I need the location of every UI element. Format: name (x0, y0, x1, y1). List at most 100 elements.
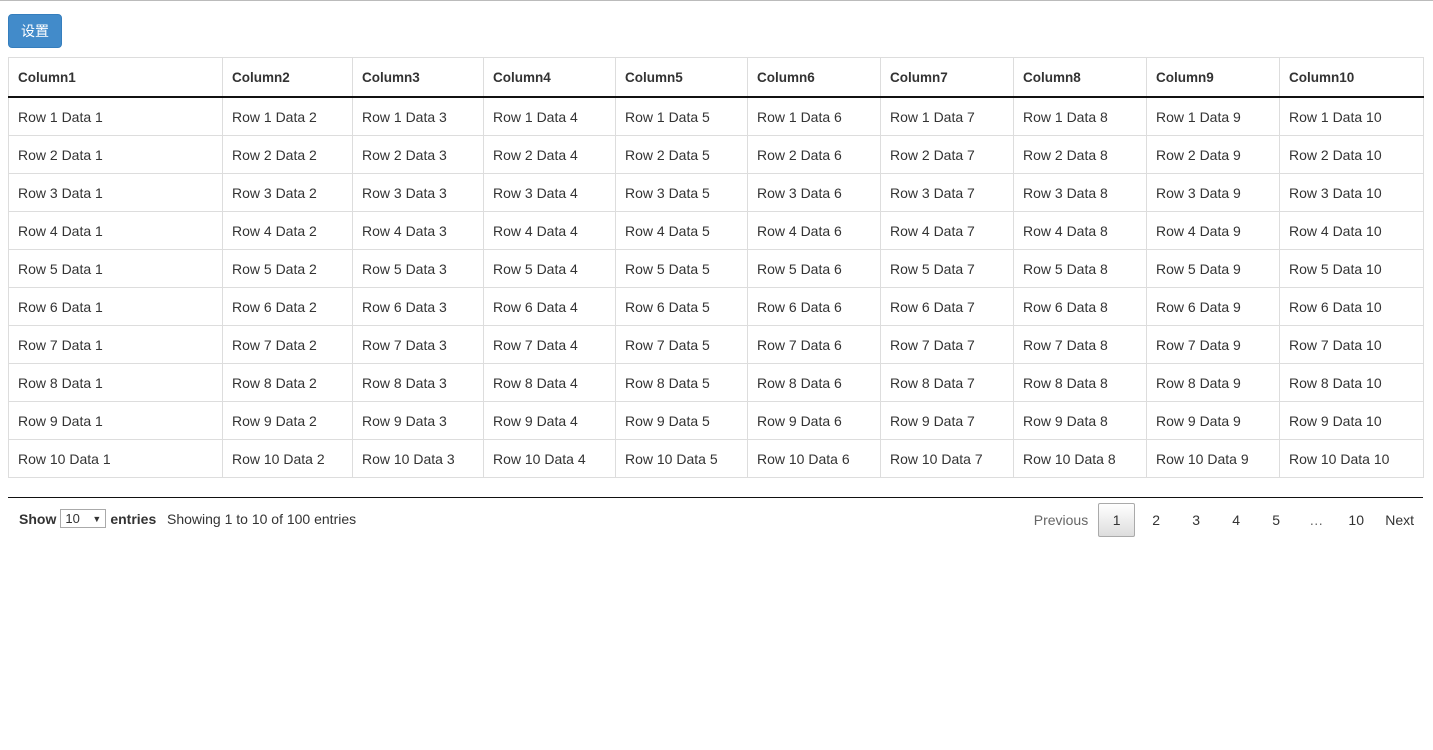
show-label: Show (19, 510, 57, 527)
page-button-4[interactable]: 4 (1216, 503, 1256, 537)
table-cell: Row 4 Data 5 (615, 211, 748, 250)
page-button-5[interactable]: 5 (1256, 503, 1296, 537)
page-length-control: Show 10 ▼ entries (19, 509, 156, 528)
table-cell: Row 8 Data 6 (747, 363, 881, 402)
table-cell: Row 2 Data 9 (1146, 135, 1280, 174)
table-cell: Row 4 Data 7 (880, 211, 1014, 250)
table-cell: Row 2 Data 3 (352, 135, 484, 174)
table-cell: Row 10 Data 10 (1279, 439, 1424, 478)
page-length-select[interactable]: 10 ▼ (60, 509, 107, 528)
table-cell: Row 8 Data 7 (880, 363, 1014, 402)
table-cell: Row 1 Data 4 (483, 96, 616, 136)
table-cell: Row 7 Data 4 (483, 325, 616, 364)
table-row: Row 3 Data 1 Row 3 Data 2 Row 3 Data 3 Row … (8, 173, 1424, 212)
column-header-9[interactable]: Column9 (1146, 57, 1280, 98)
table-cell: Row 8 Data 5 (615, 363, 748, 402)
page-button-10[interactable]: 10 (1336, 503, 1376, 537)
table-cell: Row 6 Data 3 (352, 287, 484, 326)
table-cell: Row 7 Data 7 (880, 325, 1014, 364)
table-cell: Row 6 Data 10 (1279, 287, 1424, 326)
page-button-3[interactable]: 3 (1176, 503, 1216, 537)
table-cell: Row 5 Data 1 (8, 249, 223, 288)
table-cell: Row 5 Data 9 (1146, 249, 1280, 288)
column-header-6[interactable]: Column6 (747, 57, 881, 98)
page-button-1[interactable]: 1 (1098, 503, 1136, 537)
table-cell: Row 7 Data 1 (8, 325, 223, 364)
column-header-5[interactable]: Column5 (615, 57, 748, 98)
table-cell: Row 8 Data 9 (1146, 363, 1280, 402)
table-cell: Row 3 Data 9 (1146, 173, 1280, 212)
table-cell: Row 7 Data 10 (1279, 325, 1424, 364)
table-cell: Row 2 Data 8 (1013, 135, 1147, 174)
table-cell: Row 1 Data 8 (1013, 96, 1147, 136)
table-cell: Row 1 Data 6 (747, 96, 881, 136)
table-cell: Row 2 Data 6 (747, 135, 881, 174)
table-cell: Row 8 Data 8 (1013, 363, 1147, 402)
page-button-2[interactable]: 2 (1136, 503, 1176, 537)
column-header-2[interactable]: Column2 (222, 57, 353, 98)
table-cell: Row 4 Data 6 (747, 211, 881, 250)
table-cell: Row 8 Data 3 (352, 363, 484, 402)
table-cell: Row 9 Data 7 (880, 401, 1014, 440)
settings-button[interactable]: 设置 (8, 14, 62, 48)
table-cell: Row 4 Data 2 (222, 211, 353, 250)
table-cell: Row 8 Data 2 (222, 363, 353, 402)
column-header-4[interactable]: Column4 (483, 57, 616, 98)
table-cell: Row 7 Data 9 (1146, 325, 1280, 364)
column-header-10[interactable]: Column10 (1279, 57, 1424, 98)
column-header-3[interactable]: Column3 (352, 57, 484, 98)
table-cell: Row 9 Data 2 (222, 401, 353, 440)
table-cell: Row 3 Data 10 (1279, 173, 1424, 212)
table-cell: Row 7 Data 8 (1013, 325, 1147, 364)
column-header-8[interactable]: Column8 (1013, 57, 1147, 98)
table-cell: Row 1 Data 7 (880, 96, 1014, 136)
table-cell: Row 3 Data 5 (615, 173, 748, 212)
table-row: Row 8 Data 1 Row 8 Data 2 Row 8 Data 3 Row … (8, 363, 1424, 402)
table-cell: Row 6 Data 5 (615, 287, 748, 326)
table-cell: Row 2 Data 4 (483, 135, 616, 174)
column-header-7[interactable]: Column7 (880, 57, 1014, 98)
table-cell: Row 1 Data 10 (1279, 96, 1424, 136)
table-cell: Row 9 Data 10 (1279, 401, 1424, 440)
table-cell: Row 10 Data 6 (747, 439, 881, 478)
table-cell: Row 1 Data 5 (615, 96, 748, 136)
table-cell: Row 5 Data 4 (483, 249, 616, 288)
table-cell: Row 1 Data 2 (222, 96, 353, 136)
table-cell: Row 2 Data 5 (615, 135, 748, 174)
table-cell: Row 5 Data 8 (1013, 249, 1147, 288)
table-row: Row 10 Data 1 Row 10 Data 2 Row 10 Data 3R… (8, 439, 1424, 478)
table-cell: Row 3 Data 4 (483, 173, 616, 212)
table-cell: Row 8 Data 10 (1279, 363, 1424, 402)
table-header-row: Column1 Column2 Column3 Column4 Column5 Colum… (8, 57, 1424, 98)
table-cell: Row 6 Data 4 (483, 287, 616, 326)
table-cell: Row 8 Data 4 (483, 363, 616, 402)
table-row: Row 9 Data 1 Row 9 Data 2 Row 9 Data 3 Row … (8, 401, 1424, 440)
pagination: Previous 1 2 3 4 5 … 10 Next (1025, 503, 1423, 537)
entries-label: entries (110, 510, 157, 527)
data-table: Column1 Column2 Column3 Column4 Column5 Colum… (8, 57, 1424, 478)
previous-button[interactable]: Previous (1025, 503, 1097, 537)
table-cell: Row 3 Data 6 (747, 173, 881, 212)
pagination-ellipsis: … (1309, 512, 1324, 528)
table-cell: Row 7 Data 6 (747, 325, 881, 364)
table-cell: Row 8 Data 1 (8, 363, 223, 402)
table-cell: Row 6 Data 7 (880, 287, 1014, 326)
table-cell: Row 10 Data 8 (1013, 439, 1147, 478)
table-cell: Row 4 Data 8 (1013, 211, 1147, 250)
next-button[interactable]: Next (1376, 503, 1423, 537)
column-header-1[interactable]: Column1 (8, 57, 223, 98)
table-cell: Row 7 Data 2 (222, 325, 353, 364)
table-cell: Row 10 Data 1 (8, 439, 223, 478)
table-cell: Row 6 Data 1 (8, 287, 223, 326)
table-cell: Row 9 Data 3 (352, 401, 484, 440)
table-cell: Row 1 Data 3 (352, 96, 484, 136)
table-cell: Row 4 Data 9 (1146, 211, 1280, 250)
table-cell: Row 6 Data 6 (747, 287, 881, 326)
table-cell: Row 10 Data 2 (222, 439, 353, 478)
table-info: Showing 1 to 10 of 100 entries (167, 511, 357, 527)
table-cell: Row 9 Data 8 (1013, 401, 1147, 440)
table-cell: Row 5 Data 7 (880, 249, 1014, 288)
table-cell: Row 9 Data 6 (747, 401, 881, 440)
table-cell: Row 6 Data 2 (222, 287, 353, 326)
table-cell: Row 5 Data 3 (352, 249, 484, 288)
